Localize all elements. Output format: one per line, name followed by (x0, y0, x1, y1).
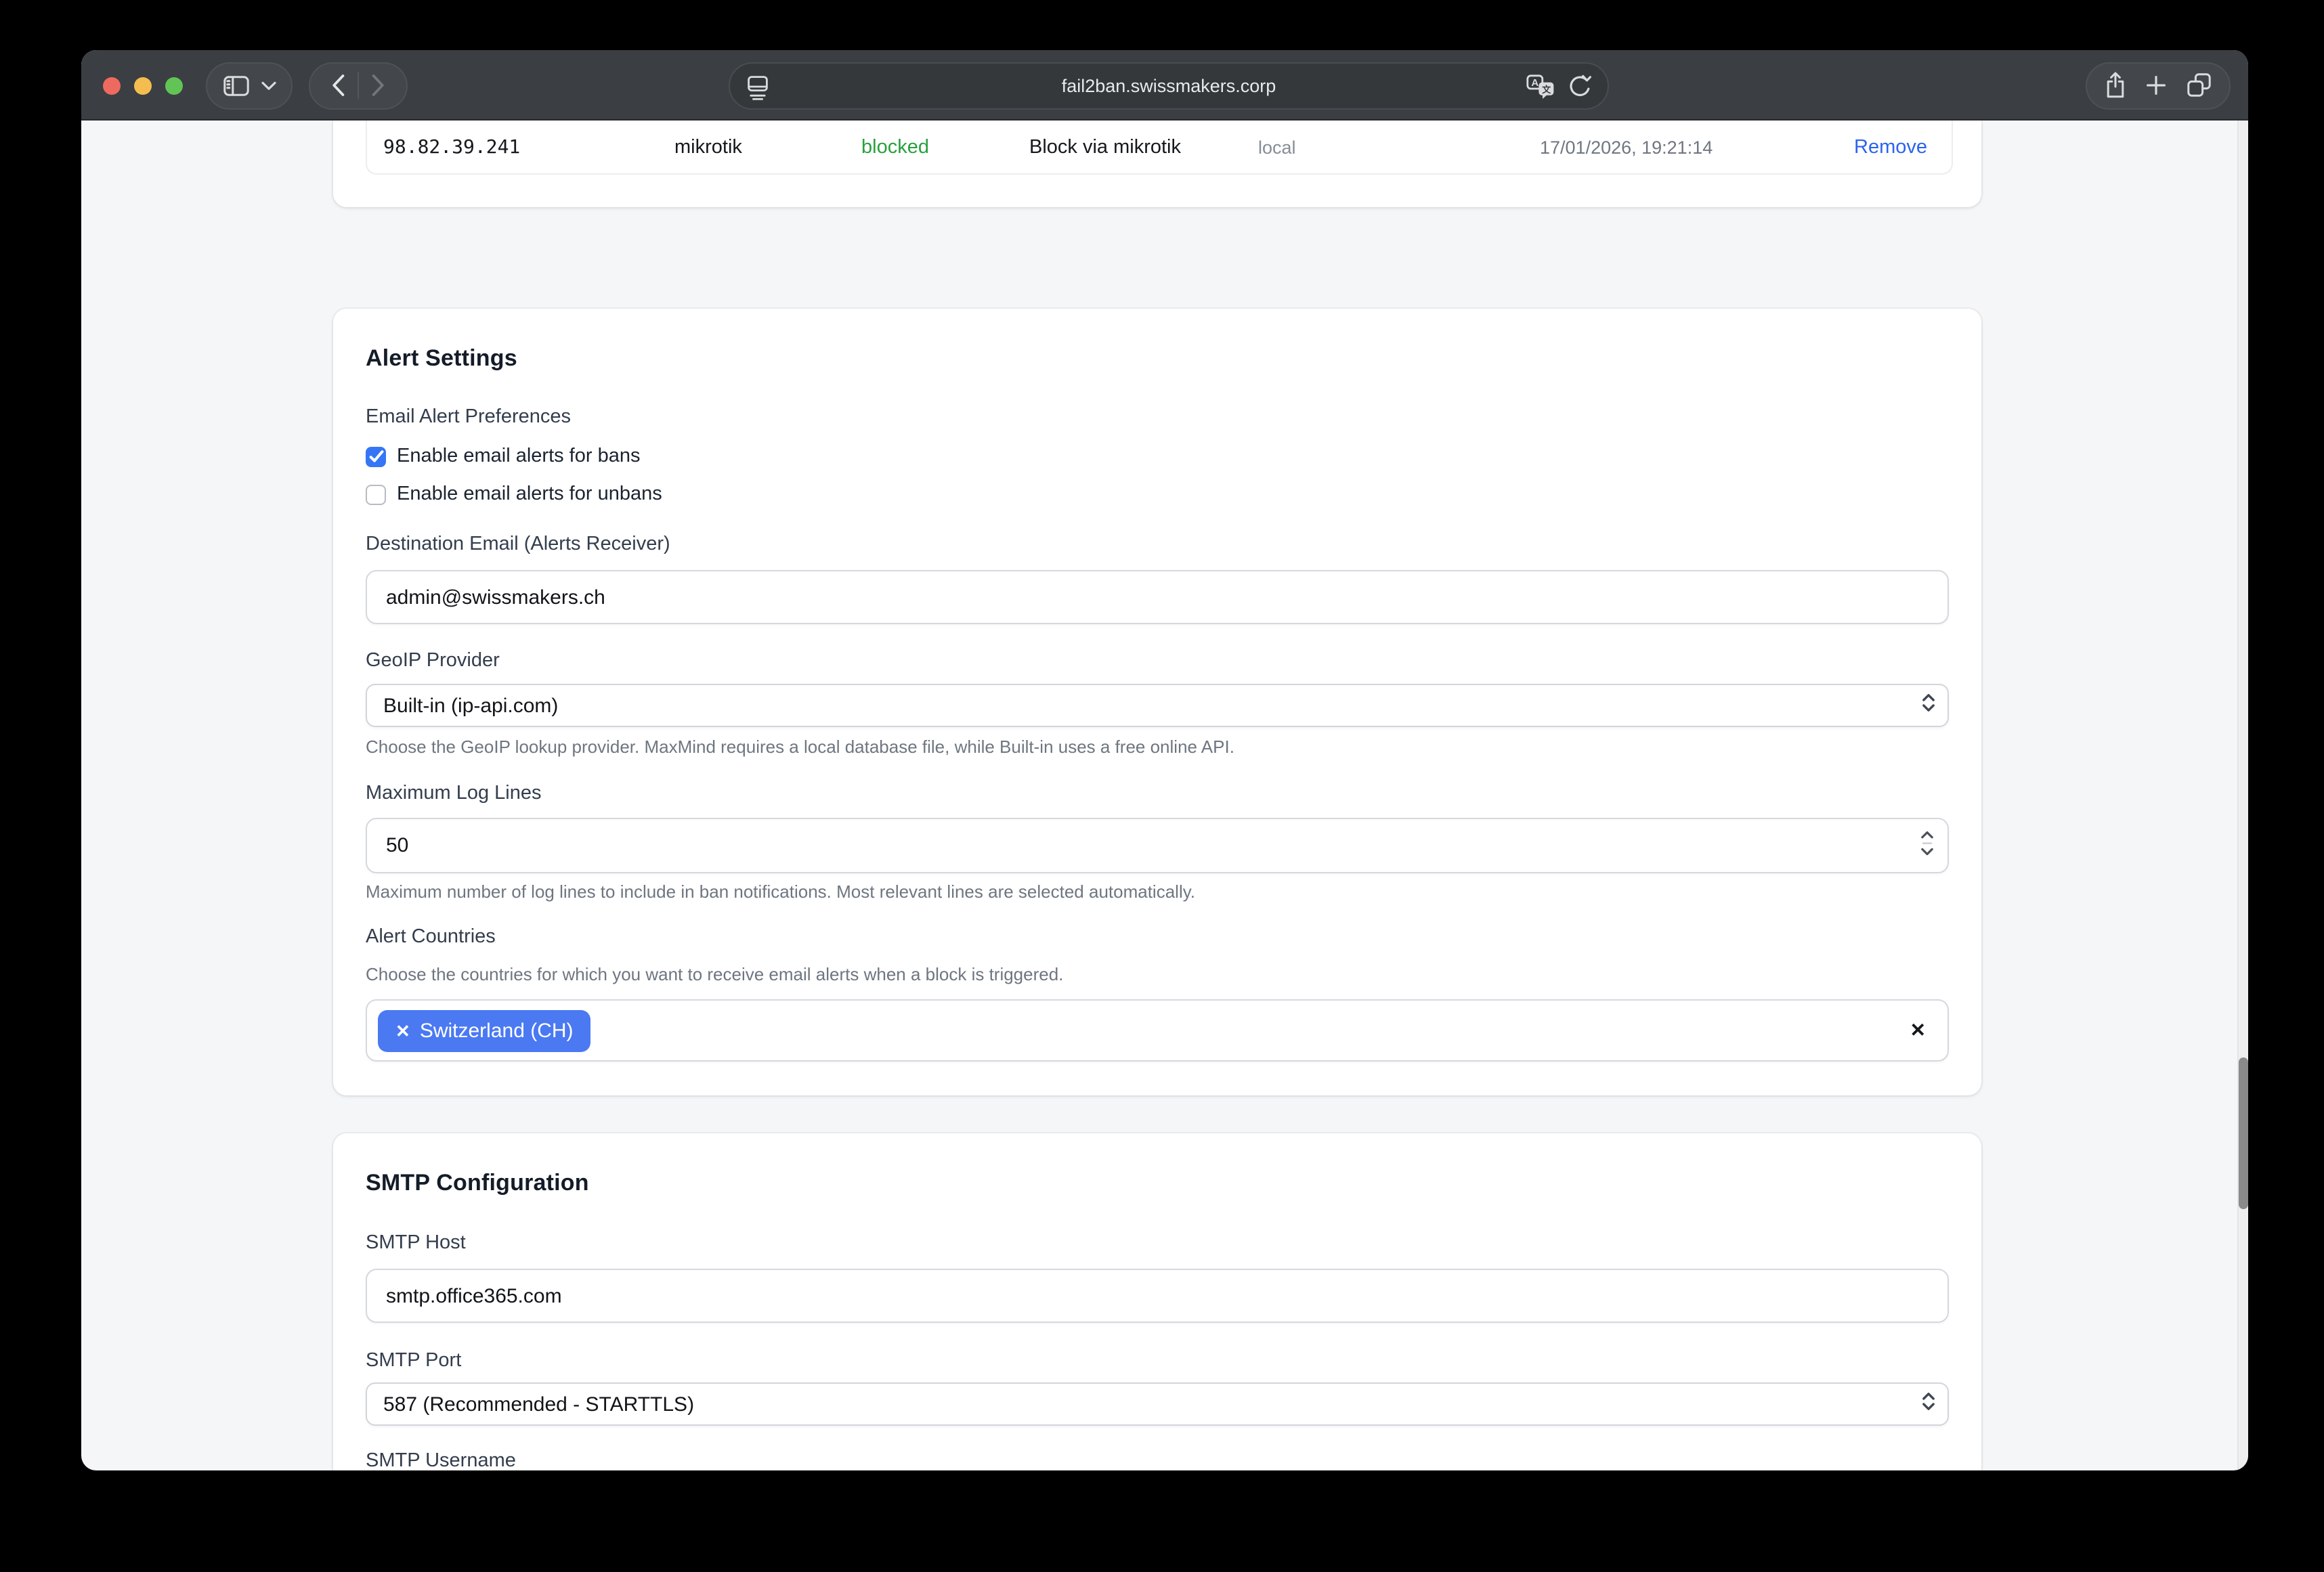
tag-remove-icon[interactable]: ✕ (395, 1022, 410, 1039)
max-log-lines-input[interactable]: 50 (366, 818, 1949, 873)
unbans-checkbox-label[interactable]: Enable email alerts for unbans (397, 483, 662, 505)
back-button[interactable] (332, 74, 345, 96)
cell-source: local (1258, 137, 1296, 157)
geoip-provider-label: GeoIP Provider (366, 649, 1949, 673)
address-bar[interactable]: fail2ban.swissmakers.corp A 文 (729, 62, 1609, 109)
tab-overview-icon[interactable] (2187, 73, 2212, 97)
unbans-checkbox[interactable] (366, 484, 386, 504)
forward-button[interactable] (371, 74, 385, 96)
number-stepper-icon[interactable] (1920, 829, 1934, 862)
reload-icon[interactable] (1568, 74, 1591, 99)
destination-email-label: Destination Email (Alerts Receiver) (366, 532, 1949, 556)
scrollbar-track[interactable] (2237, 121, 2248, 1470)
alert-countries-label: Alert Countries (366, 925, 1949, 949)
smtp-port-label: SMTP Port (366, 1349, 1949, 1373)
country-tag-label: Switzerland (CH) (420, 1019, 574, 1042)
email-preferences-label: Email Alert Preferences (366, 405, 1949, 429)
smtp-username-label: SMTP Username (366, 1449, 1949, 1470)
new-tab-icon[interactable] (2147, 76, 2166, 95)
translate-icon[interactable]: A 文 (1526, 74, 1555, 100)
max-log-lines-value: 50 (386, 834, 408, 857)
sidebar-icon[interactable] (223, 75, 249, 95)
smtp-configuration-card: SMTP Configuration SMTP Host SMTP Port 5… (333, 1133, 1981, 1470)
nav-buttons-group (309, 62, 408, 109)
smtp-title: SMTP Configuration (366, 1169, 1949, 1198)
svg-text:A: A (1531, 77, 1538, 88)
zoom-window-button[interactable] (165, 77, 182, 94)
cell-timestamp: 17/01/2026, 19:21:14 (1540, 137, 1713, 157)
bans-checkbox-label[interactable]: Enable email alerts for bans (397, 445, 641, 467)
geoip-provider-value: Built-in (ip-api.com) (383, 694, 558, 717)
minimize-window-button[interactable] (133, 77, 151, 94)
max-log-lines-label: Maximum Log Lines (366, 781, 1949, 806)
scrollbar-thumb[interactable] (2238, 1057, 2247, 1209)
alert-settings-card: Alert Settings Email Alert Preferences E… (333, 309, 1981, 1095)
blocked-ips-table: 98.82.39.241 mikrotik blocked Block via … (366, 121, 1953, 175)
status-badge: blocked (861, 136, 929, 158)
toolbar-actions-group (2086, 62, 2231, 109)
blocked-ips-card: 98.82.39.241 mikrotik blocked Block via … (333, 121, 1981, 207)
page-content: 98.82.39.241 mikrotik blocked Block via … (81, 121, 2248, 1470)
smtp-host-input[interactable] (366, 1269, 1949, 1323)
table-row: 98.82.39.241 mikrotik blocked Block via … (367, 121, 1952, 173)
destination-email-input[interactable] (366, 570, 1949, 624)
cell-jail: mikrotik (674, 136, 742, 158)
select-stepper-icon (1922, 1392, 1935, 1416)
smtp-host-label: SMTP Host (366, 1231, 1949, 1255)
chevron-down-icon[interactable] (261, 81, 276, 90)
svg-text:文: 文 (1542, 84, 1551, 94)
country-tag-switzerland[interactable]: ✕ Switzerland (CH) (378, 1009, 591, 1051)
alert-countries-help: Choose the countries for which you want … (366, 964, 1949, 986)
cell-ip-address: 98.82.39.241 (383, 136, 520, 158)
select-stepper-icon (1922, 693, 1935, 718)
alert-countries-multiselect[interactable]: ✕ Switzerland (CH) ✕ (366, 999, 1949, 1062)
bans-checkbox[interactable] (366, 446, 386, 466)
checkbox-row-bans: Enable email alerts for bans (366, 443, 1949, 470)
smtp-port-select[interactable]: 587 (Recommended - STARTTLS) (366, 1382, 1949, 1426)
close-window-button[interactable] (102, 77, 120, 94)
geoip-provider-select[interactable]: Built-in (ip-api.com) (366, 684, 1949, 727)
browser-toolbar: fail2ban.swissmakers.corp A 文 (81, 50, 2248, 121)
share-icon[interactable] (2105, 72, 2126, 99)
nav-divider (358, 72, 359, 99)
screenshot-stage: fail2ban.swissmakers.corp A 文 (0, 0, 2324, 1572)
checkbox-row-unbans: Enable email alerts for unbans (366, 481, 1949, 508)
safari-window: fail2ban.swissmakers.corp A 文 (81, 50, 2248, 1470)
cell-action: Block via mikrotik (1029, 136, 1181, 158)
clear-countries-icon[interactable]: ✕ (1910, 1019, 1926, 1042)
sidebar-toggle-group (206, 62, 293, 109)
max-log-lines-help: Maximum number of log lines to include i… (366, 881, 1949, 903)
url-text[interactable]: fail2ban.swissmakers.corp (730, 75, 1608, 95)
smtp-port-value: 587 (Recommended - STARTTLS) (383, 1393, 694, 1416)
alert-settings-title: Alert Settings (366, 344, 1949, 374)
geoip-provider-help: Choose the GeoIP lookup provider. MaxMin… (366, 737, 1949, 758)
remove-link[interactable]: Remove (1854, 136, 1927, 158)
